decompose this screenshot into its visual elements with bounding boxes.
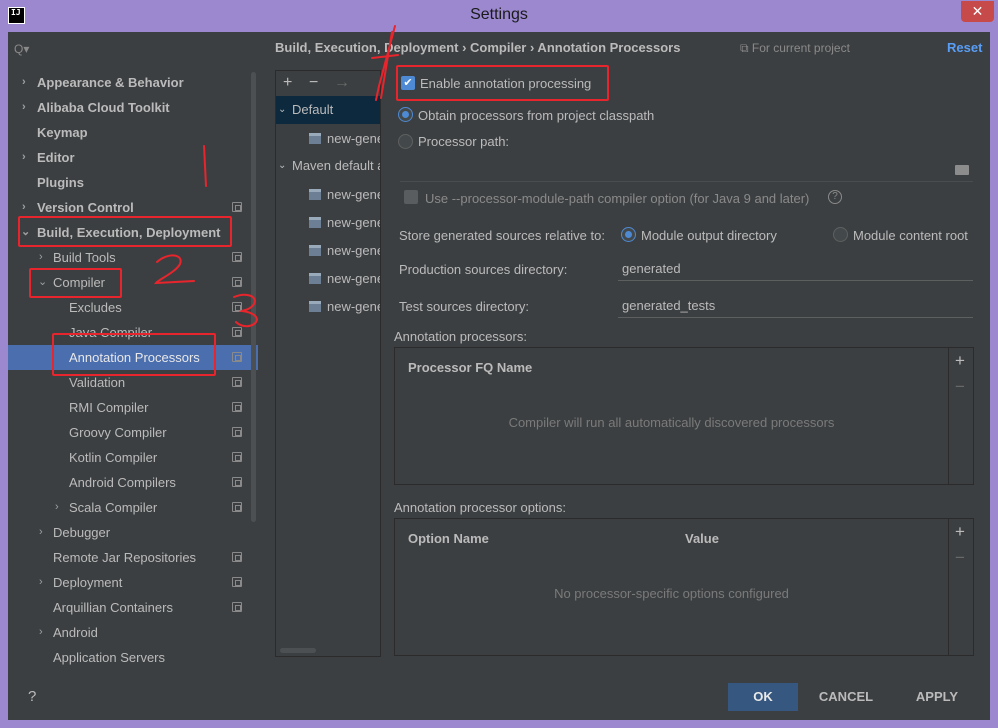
step-1-mark — [203, 145, 207, 187]
step-2-mark — [154, 254, 195, 285]
handwritten-step-numbers — [154, 25, 399, 328]
step-3-mark — [233, 293, 258, 328]
step-4-mark — [371, 25, 399, 101]
